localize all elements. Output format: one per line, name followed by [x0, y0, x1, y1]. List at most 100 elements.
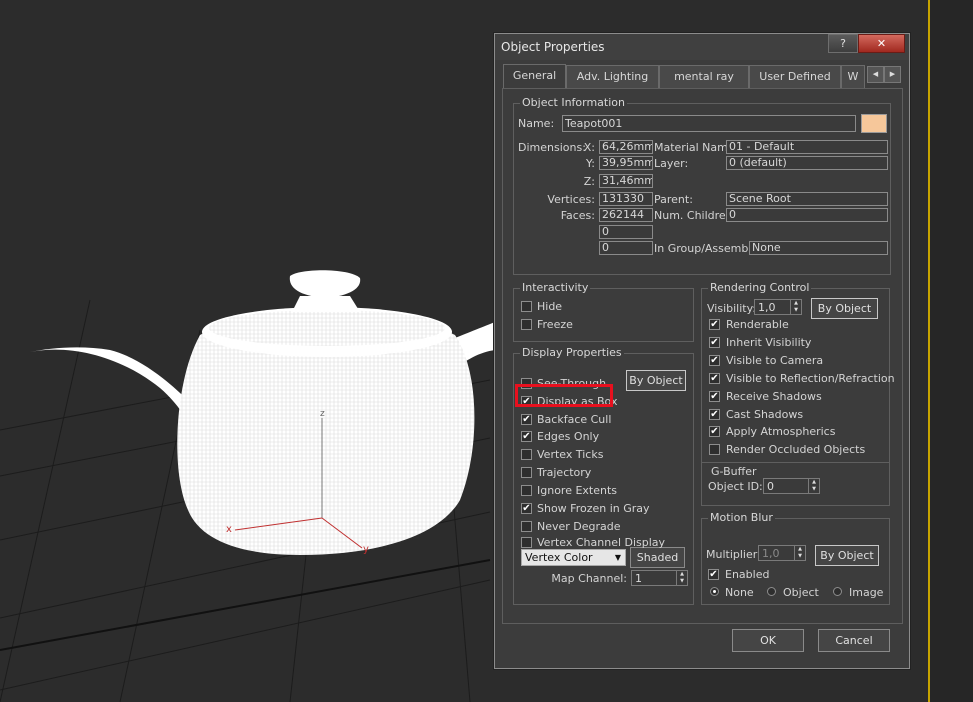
interactivity-group: Interactivity — [513, 281, 694, 342]
extra-count-1: 0 — [599, 225, 653, 239]
rendering-option-label: Apply Atmospherics — [726, 425, 836, 438]
display-option-checkbox[interactable]: ✔ — [521, 503, 532, 514]
rendering-option-checkbox[interactable]: ✔ — [709, 426, 720, 437]
close-button[interactable]: ✕ — [858, 34, 905, 53]
motion-blur-none-radio[interactable] — [710, 587, 719, 596]
display-option-checkbox[interactable] — [521, 521, 532, 532]
name-input[interactable]: Teapot001 — [562, 115, 856, 132]
dimension-y-value: 39,95mm — [599, 156, 653, 170]
spinner-down-icon[interactable]: ▼ — [677, 578, 687, 585]
tab-general[interactable]: General — [503, 64, 566, 89]
rendering-option-checkbox[interactable]: ✔ — [709, 373, 720, 384]
enabled-label: Enabled — [725, 568, 770, 581]
spinner-down-icon[interactable]: ▼ — [791, 307, 801, 314]
display-option-checkbox[interactable] — [521, 449, 532, 460]
freeze-label: Freeze — [537, 318, 573, 331]
gbuffer-divider — [702, 462, 889, 463]
display-as-box-highlight — [515, 384, 613, 407]
map-channel-value: 1 — [635, 572, 642, 585]
faces-label: Faces: — [560, 209, 595, 222]
rendering-option-checkbox[interactable]: ✔ — [709, 319, 720, 330]
display-option-checkbox[interactable]: ✔ — [521, 431, 532, 442]
tab-user-defined[interactable]: User Defined — [749, 65, 841, 88]
axis-label-x: x — [226, 524, 232, 535]
rendering-option-label: Inherit Visibility — [726, 336, 812, 349]
rendering-option-label: Renderable — [726, 318, 789, 331]
name-label: Name: — [518, 117, 555, 130]
dimension-z-value: 31,46mm — [599, 174, 653, 188]
spinner-down-icon[interactable]: ▼ — [795, 553, 805, 560]
tab-scroll-right-icon[interactable]: ▶ — [884, 66, 901, 83]
tab-adv-lighting[interactable]: Adv. Lighting — [566, 65, 659, 88]
rendering-option-label: Visible to Reflection/Refraction — [726, 372, 895, 385]
parent-label: Parent: — [654, 193, 693, 206]
gbuffer-title: G-Buffer — [709, 465, 759, 478]
rendering-option-checkbox[interactable]: ✔ — [709, 355, 720, 366]
motion-blur-image-radio[interactable] — [833, 587, 842, 596]
display-option-label: Vertex Ticks — [537, 448, 604, 461]
multiplier-spinner[interactable]: 1,0 ▲ ▼ — [758, 545, 806, 561]
display-properties-title: Display Properties — [520, 346, 624, 359]
motion-blur-title: Motion Blur — [708, 511, 775, 524]
spinner-up-icon[interactable]: ▲ — [795, 546, 805, 553]
in-group-label: In Group/Assembly: — [654, 242, 761, 255]
vertex-color-dropdown[interactable]: Vertex Color ▼ — [521, 549, 626, 566]
num-children-label: Num. Children: — [654, 209, 737, 222]
faces-value: 262144 — [599, 208, 653, 222]
cancel-button[interactable]: Cancel — [818, 629, 890, 652]
tab-scroll-left-icon[interactable]: ◀ — [867, 66, 884, 83]
display-option-label: Never Degrade — [537, 520, 621, 533]
rendering-control-title: Rendering Control — [708, 281, 812, 294]
display-option-checkbox[interactable]: ✔ — [521, 414, 532, 425]
dimension-x-value: 64,26mm — [599, 140, 653, 154]
in-group-value: None — [749, 241, 888, 255]
rendering-option-checkbox[interactable]: ✔ — [709, 409, 720, 420]
rendering-option-checkbox[interactable]: ✔ — [709, 391, 720, 402]
rendering-by-object-button[interactable]: By Object — [811, 298, 878, 319]
rendering-option-checkbox[interactable] — [709, 444, 720, 455]
help-button[interactable]: ? — [828, 34, 858, 53]
rendering-option-label: Cast Shadows — [726, 408, 804, 421]
motion-blur-by-object-button[interactable]: By Object — [815, 545, 879, 566]
display-option-label: Backface Cull — [537, 413, 612, 426]
material-name-value: 01 - Default — [726, 140, 888, 154]
visibility-spinner[interactable]: 1,0 ▲ ▼ — [754, 299, 802, 315]
shaded-button[interactable]: Shaded — [630, 547, 685, 568]
hide-checkbox[interactable] — [521, 301, 532, 312]
map-channel-label: Map Channel: — [551, 572, 627, 585]
dimensions-label: Dimensions: — [518, 141, 586, 154]
spinner-down-icon[interactable]: ▼ — [809, 486, 819, 493]
motion-blur-enabled-checkbox[interactable]: ✔ — [708, 569, 719, 580]
display-option-checkbox[interactable] — [521, 537, 532, 548]
object-id-spinner[interactable]: 0 ▲ ▼ — [763, 478, 820, 494]
ok-button[interactable]: OK — [732, 629, 804, 652]
spinner-up-icon[interactable]: ▲ — [677, 571, 687, 578]
x-label: X: — [583, 141, 595, 154]
tab-truncated[interactable]: W — [841, 65, 865, 88]
dialog-titlebar[interactable]: Object Properties ? ✕ — [495, 34, 909, 60]
display-option-checkbox[interactable] — [521, 467, 532, 478]
rendering-option-label: Receive Shadows — [726, 390, 822, 403]
freeze-checkbox[interactable] — [521, 319, 532, 330]
layer-label: Layer: — [654, 157, 689, 170]
display-option-label: Show Frozen in Gray — [537, 502, 650, 515]
display-option-label: Trajectory — [537, 466, 592, 479]
spinner-up-icon[interactable]: ▲ — [809, 479, 819, 486]
object-id-value: 0 — [767, 480, 774, 493]
interactivity-title: Interactivity — [520, 281, 591, 294]
object-color-swatch[interactable] — [861, 114, 887, 133]
display-option-checkbox[interactable] — [521, 485, 532, 496]
motion-blur-object-radio[interactable] — [767, 587, 776, 596]
dialog-title: Object Properties — [501, 40, 605, 54]
spinner-up-icon[interactable]: ▲ — [791, 300, 801, 307]
display-by-object-button[interactable]: By Object — [626, 370, 686, 391]
vertices-label: Vertices: — [547, 193, 595, 206]
rendering-option-checkbox[interactable]: ✔ — [709, 337, 720, 348]
z-label: Z: — [583, 175, 595, 188]
tab-mental-ray[interactable]: mental ray — [659, 65, 749, 88]
y-label: Y: — [586, 157, 595, 170]
rendering-option-label: Render Occluded Objects — [726, 443, 866, 456]
map-channel-spinner[interactable]: 1 ▲ ▼ — [631, 570, 688, 586]
object-label: Object — [783, 586, 819, 599]
object-id-label: Object ID: — [708, 480, 763, 493]
